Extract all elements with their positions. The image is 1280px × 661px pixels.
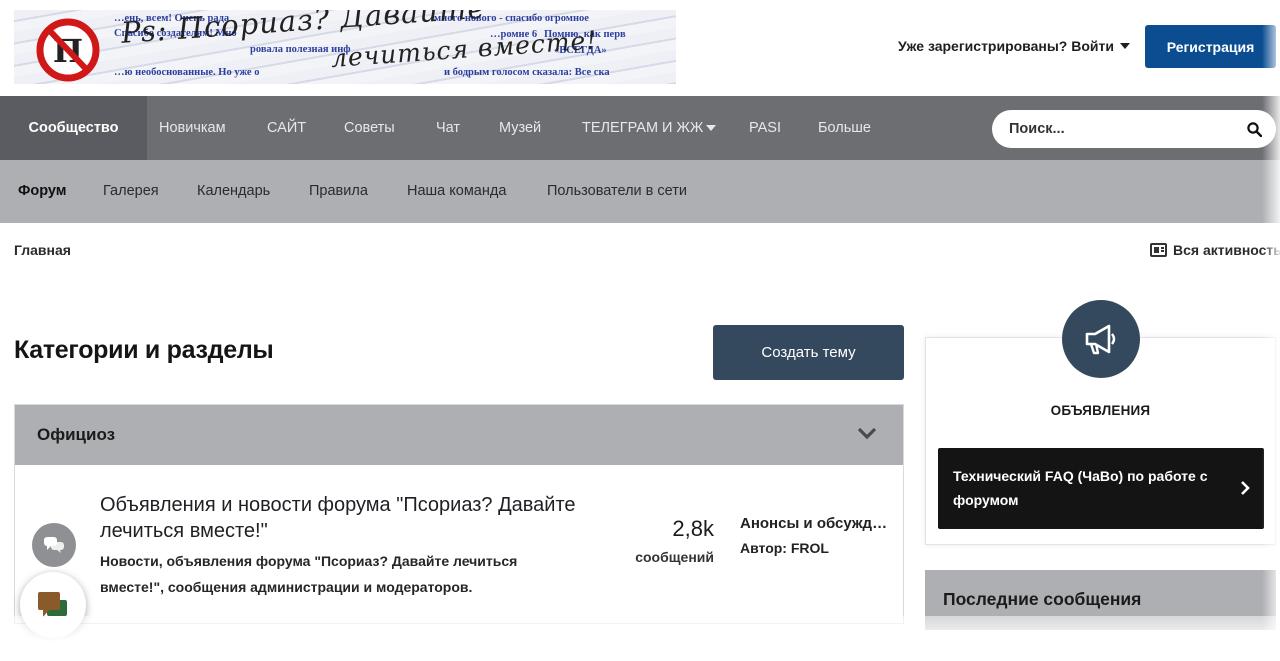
posts-label: сообщений [635,549,714,565]
login-dropdown[interactable]: Уже зарегистрированы? Войти [898,38,1130,54]
latest-posts-title: Последние сообщения [943,589,1142,609]
nav-item-site[interactable]: САЙТ [267,96,306,160]
no-p-logo-icon: П [36,18,100,82]
login-label: Уже зарегистрированы? Войти [898,38,1114,54]
forum-chat-icon [32,523,76,567]
nav-item-telegram[interactable]: ТЕЛЕГРАМ И ЖЖ [582,96,717,160]
secondary-nav: Форум Галерея Календарь Правила Наша ком… [0,160,1280,223]
subnav-item-team[interactable]: Наша команда [407,160,506,223]
nav-item-more[interactable]: Больше [818,96,871,160]
subnav-item-gallery[interactable]: Галерея [103,160,159,223]
announcements-badge [1062,300,1140,378]
category-title: Официоз [37,425,116,444]
chat-widget-icon [38,592,67,617]
create-topic-button[interactable]: Создать тему [713,325,904,380]
chat-widget-button[interactable] [20,572,86,638]
banner-news-snippet: …ю необоснованные. Но уже о [114,67,260,78]
nav-item-chat[interactable]: Чат [436,96,460,160]
nav-item-newcomers[interactable]: Новичкам [159,96,226,160]
megaphone-icon [1085,324,1116,355]
chevron-right-icon [1240,480,1250,501]
forum-title-link[interactable]: Объявления и новости форума "Псориаз? Да… [100,492,620,544]
announcements-label: ОБЪЯВЛЕНИЯ [1050,403,1151,418]
posts-count: 2,8k [672,516,714,541]
nav-item-tips[interactable]: Советы [344,96,395,160]
category-header: Официоз [15,405,903,465]
search-box [992,110,1276,148]
faq-announcement-link[interactable]: Технический FAQ (ЧаВо) по работе с форум… [938,448,1264,529]
faq-text: Технический FAQ (ЧаВо) по работе с форум… [953,468,1208,508]
newspaper-icon [1150,243,1167,257]
search-input[interactable] [1009,121,1229,137]
subnav-item-rules[interactable]: Правила [309,160,368,223]
site-logo-banner[interactable]: …ень, всем! Очень рада Спасибо создателя… [14,10,676,84]
forum-description: Новости, объявления форума "Псориаз? Дав… [100,553,518,595]
subnav-item-online-users[interactable]: Пользователи в сети [547,160,687,223]
page-title: Категории и разделы [14,336,274,364]
last-post-author[interactable]: Автор: FROL [740,540,829,556]
chevron-down-icon [706,125,717,132]
all-activity-label: Вся активность [1173,242,1280,258]
breadcrumb-home[interactable]: Главная [14,242,71,258]
nav-item-pasi[interactable]: PASI [749,96,781,160]
register-button[interactable]: Регистрация [1145,25,1276,68]
chevron-down-icon[interactable] [857,427,877,446]
last-post-link[interactable]: Анонсы и обсужде... [740,515,890,532]
banner-news-snippet: и бодрым голосом сказала: Все ска [444,67,610,78]
chevron-down-icon [1119,43,1130,49]
site-header: …ень, всем! Очень рада Спасибо создателя… [0,0,1280,96]
subnav-item-calendar[interactable]: Календарь [197,160,270,223]
search-icon[interactable] [1247,121,1262,137]
nav-item-telegram-label: ТЕЛЕГРАМ И ЖЖ [582,120,704,136]
subnav-item-forum[interactable]: Форум [18,160,67,223]
nav-item-community[interactable]: Сообщество [0,96,147,160]
all-activity-link[interactable]: Вся активность [1150,242,1280,258]
nav-item-museum[interactable]: Музей [499,96,541,160]
